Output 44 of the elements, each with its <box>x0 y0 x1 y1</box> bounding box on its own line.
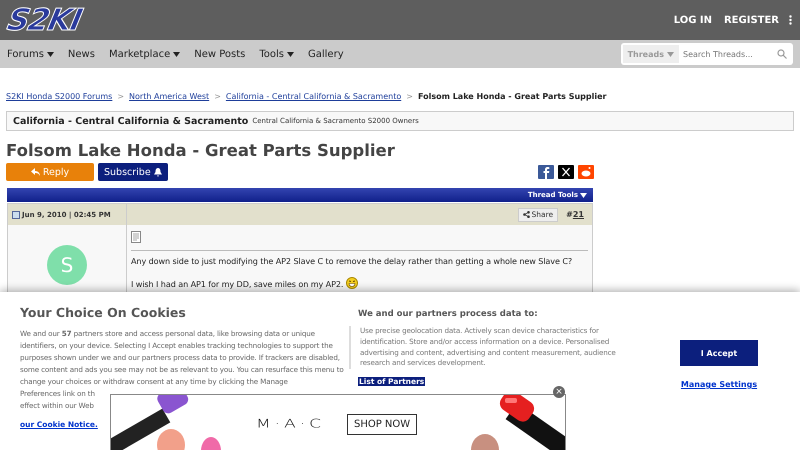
post-number[interactable]: #21 <box>566 210 584 219</box>
accept-button[interactable]: I Accept <box>680 340 758 366</box>
reply-icon <box>30 168 40 176</box>
share-icon <box>522 211 530 218</box>
cookie-title: Your Choice On Cookies <box>20 305 187 320</box>
search-icon[interactable] <box>777 49 787 59</box>
nav-item[interactable]: Forums <box>7 48 54 60</box>
thread-title: Folsom Lake Honda - Great Parts Supplier <box>6 141 396 160</box>
header-link[interactable]: REGISTER <box>724 14 779 26</box>
nav-item[interactable]: News <box>68 48 95 60</box>
nav-item[interactable]: Marketplace <box>108 48 180 60</box>
breadcrumb-separator: > <box>117 92 124 101</box>
document-icon <box>12 210 20 218</box>
breadcrumb-link[interactable]: California - Central California & Sacramento <box>226 92 402 101</box>
breadcrumb-link[interactable]: S2KI Honda S2000 Forums <box>6 92 112 101</box>
post-icon <box>131 231 141 243</box>
purposes-title: We and our partners process data to: <box>358 309 539 319</box>
caret-icon <box>173 52 180 56</box>
search-box[interactable]: Search Threads... <box>681 45 791 63</box>
caret-icon <box>667 52 674 56</box>
breadcrumb-current: Folsom Lake Honda - Great Parts Supplier <box>418 92 606 101</box>
laughing-emoji-icon <box>346 277 358 289</box>
breadcrumb-link[interactable]: North America West <box>129 92 210 101</box>
nav-item[interactable]: Gallery <box>308 48 344 60</box>
shop-now-button[interactable]: SHOP NOW <box>346 414 418 434</box>
x-icon[interactable] <box>558 165 574 179</box>
post-text: Any down side to just modifying the AP2 Slave C to remove the delay rather than getting a whole new Slave C? <box>131 255 574 267</box>
caret-icon <box>580 192 587 198</box>
facebook-icon[interactable] <box>538 165 554 179</box>
more-icon[interactable] <box>789 15 792 25</box>
manage-settings-link[interactable]: Manage Settings <box>680 380 758 389</box>
post-text: I wish I had an AP1 for my DD, save miles on my AP2. <box>131 277 588 290</box>
nav-item[interactable]: New Posts <box>194 48 246 60</box>
header-link[interactable]: LOG IN <box>674 14 712 26</box>
bell-icon <box>154 168 162 176</box>
breadcrumb-separator: > <box>406 92 413 101</box>
forum-title[interactable]: California - Central California & Sacramento <box>13 116 248 126</box>
breadcrumb-separator: > <box>214 92 221 101</box>
advertisement[interactable]: M·A·C SHOP NOW <box>110 394 566 450</box>
nav-item[interactable]: Tools <box>259 48 294 60</box>
caret-icon <box>287 52 294 56</box>
subscribe-button[interactable]: Subscribe <box>98 163 168 181</box>
brand-logo: M·A·C <box>256 417 325 431</box>
caret-icon <box>46 52 54 56</box>
